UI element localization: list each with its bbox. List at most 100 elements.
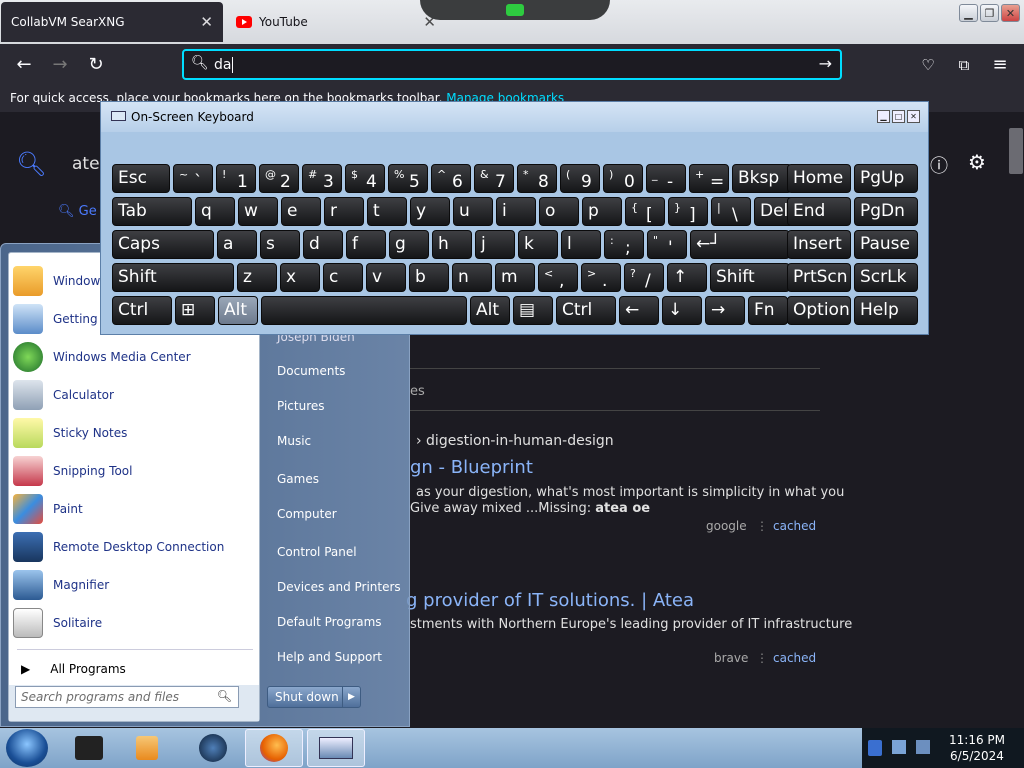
osk-key[interactable]: Ctrl: [556, 296, 616, 325]
taskbar-app-icon[interactable]: [60, 729, 118, 767]
reload-icon[interactable]: ↻: [84, 54, 108, 76]
shutdown-arrow-icon[interactable]: ▶: [342, 687, 360, 707]
extensions-icon[interactable]: ⧉: [952, 54, 976, 76]
osk-key[interactable]: ) 0: [603, 164, 643, 193]
osk-key[interactable]: Options: [787, 296, 851, 325]
start-right-music[interactable]: Music: [277, 434, 311, 448]
osk-key[interactable]: →: [705, 296, 745, 325]
start-item-media-center[interactable]: Windows Media Center: [13, 339, 257, 375]
close-tab-icon[interactable]: ✕: [200, 13, 213, 31]
start-item-magnifier[interactable]: Magnifier: [13, 567, 257, 603]
osk-key[interactable]: End: [787, 197, 851, 226]
start-item-remote-desktop[interactable]: Remote Desktop Connection: [13, 529, 257, 565]
osk-key[interactable]: Ctrl: [112, 296, 172, 325]
restore-icon[interactable]: ❐: [980, 4, 999, 22]
osk-key[interactable]: ↓: [662, 296, 702, 325]
shutdown-button[interactable]: Shut down ▶: [267, 686, 361, 708]
osk-key[interactable]: & 7: [474, 164, 514, 193]
osk-key[interactable]: :;: [604, 230, 644, 259]
globe-icon[interactable]: [184, 729, 242, 767]
start-item-solitaire[interactable]: Solitaire: [13, 605, 257, 641]
osk-key[interactable]: Caps: [112, 230, 214, 259]
search-icon[interactable]: 🔍︎: [217, 689, 232, 703]
osk-key[interactable]: y: [410, 197, 450, 226]
osk-key[interactable]: PgDn: [854, 197, 918, 226]
osk-key[interactable]: c: [323, 263, 363, 292]
osk-key[interactable]: | \: [711, 197, 751, 226]
osk-key[interactable]: % 5: [388, 164, 428, 193]
result-title[interactable]: g provider of IT solutions. | Atea: [406, 590, 694, 611]
osk-key[interactable]: Esc: [112, 164, 170, 193]
osk-key[interactable]: m: [495, 263, 535, 292]
page-scrollbar[interactable]: [1008, 112, 1024, 728]
start-right-devices[interactable]: Devices and Printers: [277, 580, 401, 594]
start-right-pictures[interactable]: Pictures: [277, 399, 325, 413]
osk-key[interactable]: o: [539, 197, 579, 226]
osk-key[interactable]: PrtScn: [787, 263, 851, 292]
osk-key[interactable]: }]: [668, 197, 708, 226]
clock[interactable]: 11:16 PM 6/5/2024: [940, 732, 1014, 764]
pocket-icon[interactable]: ♡: [916, 54, 940, 76]
start-item-sticky-notes[interactable]: Sticky Notes: [13, 415, 257, 451]
osk-key[interactable]: [261, 296, 467, 325]
osk-key[interactable]: u: [453, 197, 493, 226]
osk-key[interactable]: Shift: [112, 263, 234, 292]
info-icon[interactable]: ⓘ: [930, 152, 948, 178]
osk-taskbar-icon[interactable]: [307, 729, 365, 767]
osk-key[interactable]: f: [346, 230, 386, 259]
osk-key[interactable]: a: [217, 230, 257, 259]
osk-key[interactable]: _ -: [646, 164, 686, 193]
osk-key[interactable]: PgUp: [854, 164, 918, 193]
osk-key[interactable]: Fn: [748, 296, 788, 325]
osk-key[interactable]: <,: [538, 263, 578, 292]
osk-key[interactable]: Insert: [787, 230, 851, 259]
osk-key[interactable]: s: [260, 230, 300, 259]
volume-icon[interactable]: [916, 740, 930, 754]
osk-key[interactable]: v: [366, 263, 406, 292]
osk-key[interactable]: >.: [581, 263, 621, 292]
cached-link[interactable]: cached: [773, 519, 816, 533]
start-right-default-programs[interactable]: Default Programs: [277, 615, 382, 629]
close-icon[interactable]: ✕: [907, 110, 920, 123]
cached-link[interactable]: cached: [773, 651, 816, 665]
osk-key[interactable]: x: [280, 263, 320, 292]
close-icon[interactable]: ✕: [1001, 4, 1020, 22]
osk-key[interactable]: + =: [689, 164, 729, 193]
osk-key[interactable]: ? /: [624, 263, 664, 292]
osk-key[interactable]: b: [409, 263, 449, 292]
start-right-help[interactable]: Help and Support: [277, 650, 382, 664]
settings-icon[interactable]: ⚙: [968, 150, 986, 174]
osk-key[interactable]: ▤: [513, 296, 553, 325]
osk-key[interactable]: h: [432, 230, 472, 259]
osk-key[interactable]: ←┘: [690, 230, 790, 259]
osk-key[interactable]: * 8: [517, 164, 557, 193]
osk-key[interactable]: ! 1: [216, 164, 256, 193]
osk-key[interactable]: Pause: [854, 230, 918, 259]
osk-key[interactable]: i: [496, 197, 536, 226]
osk-key[interactable]: Bksp: [732, 164, 792, 193]
osk-key[interactable]: (9: [560, 164, 600, 193]
osk-key[interactable]: e: [281, 197, 321, 226]
start-right-control-panel[interactable]: Control Panel: [277, 545, 357, 559]
osk-key[interactable]: @2: [259, 164, 299, 193]
osk-key[interactable]: w: [238, 197, 278, 226]
osk-key[interactable]: ~ `: [173, 164, 213, 193]
osk-key[interactable]: Home: [787, 164, 851, 193]
start-orb-icon[interactable]: [6, 729, 48, 767]
osk-key[interactable]: ^ 6: [431, 164, 471, 193]
osk-key[interactable]: t: [367, 197, 407, 226]
osk-title-bar[interactable]: On-Screen Keyboard ▁ □ ✕: [101, 102, 928, 132]
osk-key[interactable]: ScrLk: [854, 263, 918, 292]
back-icon[interactable]: ←: [12, 54, 36, 76]
tab-general[interactable]: 🔍︎ Ge: [58, 204, 97, 219]
osk-key[interactable]: ⊞: [175, 296, 215, 325]
media-player-icon[interactable]: [118, 729, 176, 767]
osk-key[interactable]: Shift: [710, 263, 790, 292]
minimize-icon[interactable]: ▁: [959, 4, 978, 22]
result-breadcrumb[interactable]: › digestion-in-human-design: [416, 433, 614, 449]
start-item-calculator[interactable]: Calculator: [13, 377, 257, 413]
firefox-icon[interactable]: [245, 729, 303, 767]
osk-key[interactable]: ←: [619, 296, 659, 325]
start-right-computer[interactable]: Computer: [277, 507, 337, 521]
osk-key[interactable]: Tab: [112, 197, 192, 226]
